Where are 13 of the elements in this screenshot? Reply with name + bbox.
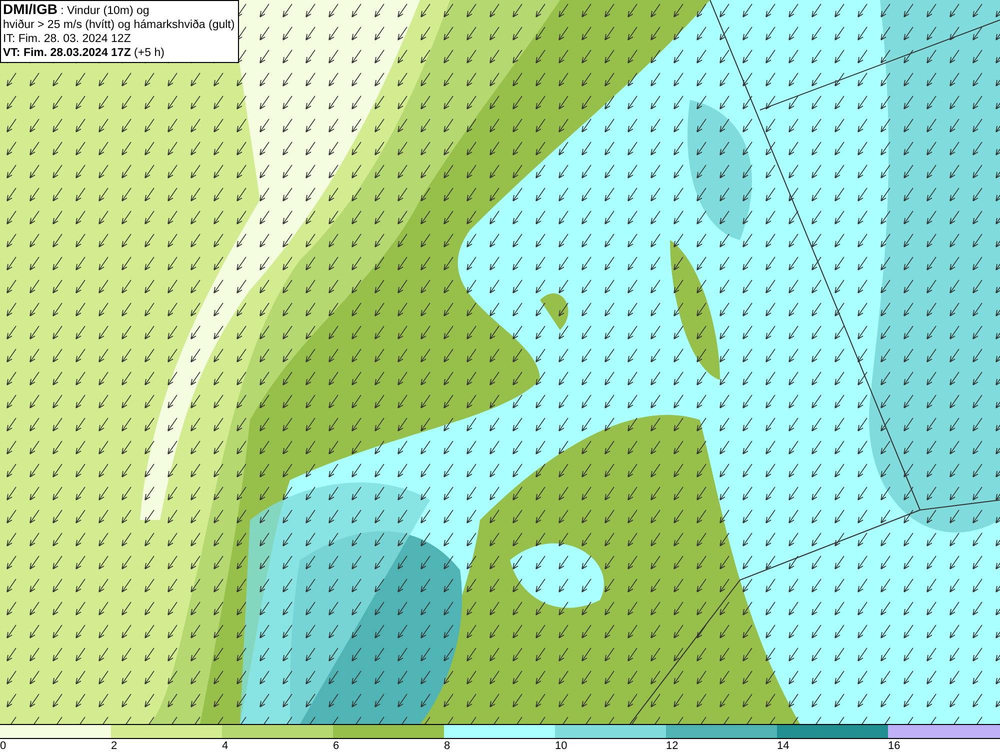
title-line: IT: Fim. 28. 03. 2024 12Z (3, 32, 132, 46)
title-line: DMI/IGB : Vindur (10m) og (3, 2, 150, 18)
legend-tick-label: 0 (0, 739, 6, 753)
legend-tick-label: 4 (222, 739, 228, 753)
legend-tick-label: 2 (111, 739, 118, 753)
legend-tick-label: 6 (333, 739, 340, 753)
legend-tick-label: 16 (888, 739, 900, 753)
legend-tick-label: 12 (666, 739, 678, 753)
legend-tick-label: 14 (777, 739, 790, 753)
legend-tick-label: 8 (444, 739, 450, 753)
title-line: VT: Fim. 28.03.2024 17Z (+5 h) (3, 46, 166, 60)
title-line: hviður > 25 m/s (hvítt) og hámarkshviða (gult) (3, 18, 235, 32)
legend-tick-label: 10 (555, 739, 568, 753)
